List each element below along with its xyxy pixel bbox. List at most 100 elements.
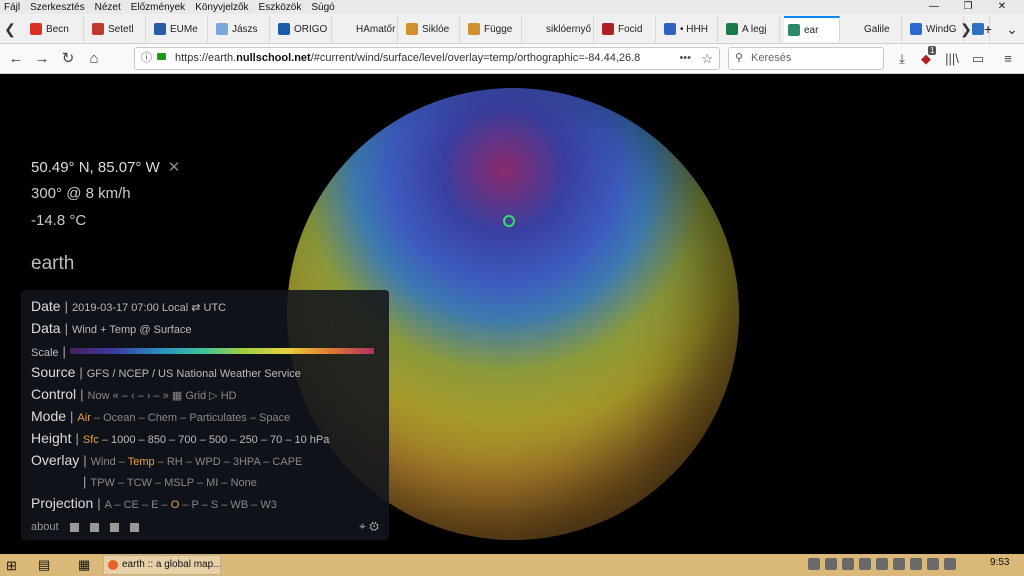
about-link[interactable]: about xyxy=(31,521,59,533)
tab-item[interactable]: Focid xyxy=(598,16,656,42)
tab-item[interactable]: WindG xyxy=(906,16,964,42)
clock[interactable]: 9:53 xyxy=(990,557,1009,568)
start-button-icon[interactable]: ⊞ xyxy=(6,558,17,574)
tray-icon-1[interactable] xyxy=(808,558,820,570)
tab-favicon-icon xyxy=(340,23,352,35)
back-button[interactable]: ← xyxy=(6,49,26,69)
tray-icon-6[interactable] xyxy=(893,558,905,570)
mode-other-options[interactable]: – Ocean – Chem – Particulates – Space xyxy=(91,412,290,424)
earth-viewport[interactable]: 50.49° N, 85.07° W ✕ 300° @ 8 km/h -14.8 … xyxy=(0,74,1024,554)
tab-item[interactable]: ear xyxy=(784,16,840,42)
tab-item[interactable]: A legj xyxy=(722,16,780,42)
earth-menu-toggle[interactable]: earth xyxy=(31,253,74,275)
tab-item[interactable]: Siklóe xyxy=(402,16,460,42)
tab-item[interactable]: EUMe xyxy=(150,16,208,42)
overlay-options-c[interactable]: TPW – TCW – MSLP – MI – None xyxy=(90,477,256,489)
tab-label: Jászs xyxy=(232,23,258,35)
fullscreen-icon[interactable]: ⌖ xyxy=(359,519,366,533)
tab-list-icon[interactable]: ⌄ xyxy=(1004,14,1020,44)
settings-gear-icon[interactable]: ⚙ xyxy=(369,519,379,533)
minimize-button[interactable]: — xyxy=(922,0,946,14)
tab-scroll-right-icon[interactable]: ❯ xyxy=(958,14,974,44)
tray-icon-8[interactable] xyxy=(927,558,939,570)
maximize-button[interactable]: ❐ xyxy=(956,0,980,14)
tray-icon-9[interactable] xyxy=(944,558,956,570)
search-icon: ⚲ xyxy=(735,52,744,64)
projection-options-b[interactable]: – P – S – WB – W3 xyxy=(179,499,277,511)
menu-tools[interactable]: Eszközök xyxy=(259,2,302,13)
new-tab-button[interactable]: + xyxy=(980,14,996,44)
twitter-icon[interactable] xyxy=(89,522,99,532)
data-label: Data xyxy=(31,320,61,336)
overlay-temp-option[interactable]: Temp xyxy=(128,456,155,468)
facebook-icon[interactable] xyxy=(69,522,79,532)
downloads-icon[interactable]: ⤓ xyxy=(892,49,912,69)
tray-icon-7[interactable] xyxy=(910,558,922,570)
control-options[interactable]: Now « – ‹ – › – » ▦ Grid ▷ HD xyxy=(88,390,237,402)
page-actions-icon[interactable]: ••• xyxy=(679,48,691,69)
projection-options-a[interactable]: A – CE – E – xyxy=(105,499,171,511)
temp-readout: -14.8 °C xyxy=(31,212,87,229)
tab-item[interactable]: Becn xyxy=(26,16,84,42)
instagram-icon[interactable] xyxy=(129,522,139,532)
menu-bookmarks[interactable]: Könyvjelzők xyxy=(195,2,248,13)
tab-label: Setetl xyxy=(108,23,134,35)
tray-icon-2[interactable] xyxy=(825,558,837,570)
tab-item[interactable]: Jászs xyxy=(212,16,270,42)
tab-favicon-icon xyxy=(910,23,922,35)
tray-icon-3[interactable] xyxy=(842,558,854,570)
youtube-icon[interactable] xyxy=(109,522,119,532)
tab-item[interactable]: • HHH xyxy=(660,16,718,42)
tab-item[interactable]: siklóernyő xyxy=(526,16,594,42)
search-input[interactable]: ⚲ Keresés xyxy=(728,47,884,70)
settings-panel: Date | 2019-03-17 07:00 Local ⇄ UTC Data | W… xyxy=(21,290,389,540)
projection-row: Projection | A – CE – E – O – P – S – WB –… xyxy=(31,495,277,511)
projection-o-option[interactable]: O xyxy=(171,499,180,511)
color-scale-bar[interactable] xyxy=(70,348,374,354)
mode-air-option[interactable]: Air xyxy=(77,412,90,424)
bookmark-star-icon[interactable]: ☆ xyxy=(701,48,713,69)
overlay-options-b[interactable]: – RH – WPD – 3HPA – CAPE xyxy=(155,456,303,468)
menu-help[interactable]: Súgó xyxy=(311,2,334,13)
info-icon[interactable]: ⓘ xyxy=(141,48,152,69)
url-bar[interactable]: ⓘ https://earth.nullschool.net/#current/… xyxy=(134,47,720,70)
file-explorer-icon[interactable]: ▤ xyxy=(38,555,50,575)
tab-label: • HHH xyxy=(680,23,708,35)
library-icon[interactable]: |||\ xyxy=(942,49,962,69)
url-host: nullschool.net xyxy=(236,52,311,64)
tab-item[interactable]: ORIGO xyxy=(274,16,332,42)
menu-history[interactable]: Előzmények xyxy=(131,2,185,13)
tab-label: Függe xyxy=(484,23,513,35)
tab-item[interactable]: HAmatőr xyxy=(336,16,398,42)
close-location-icon[interactable]: ✕ xyxy=(168,159,181,176)
hamburger-menu-icon[interactable]: ≡ xyxy=(998,49,1018,69)
date-row: Date | 2019-03-17 07:00 Local ⇄ UTC xyxy=(31,298,227,314)
height-other-options[interactable]: – 1000 – 850 – 700 – 500 – 250 – 70 – 10… xyxy=(99,434,330,446)
sidebar-icon[interactable]: ▭ xyxy=(968,49,988,69)
close-window-button[interactable]: ✕ xyxy=(990,0,1014,14)
tab-favicon-icon xyxy=(602,23,614,35)
overlay-label: Overlay xyxy=(31,452,80,468)
tab-item[interactable]: Galile xyxy=(844,16,902,42)
forward-button[interactable]: → xyxy=(32,49,52,69)
menu-file[interactable]: Fájl xyxy=(4,2,20,13)
projection-label: Projection xyxy=(31,495,94,511)
overlay-options-a[interactable]: Wind – xyxy=(91,456,128,468)
tab-scroll-left-icon[interactable]: ❮ xyxy=(2,14,18,44)
wind-readout: 300° @ 8 km/h xyxy=(31,185,131,202)
menu-view[interactable]: Nézet xyxy=(95,2,121,13)
menu-edit[interactable]: Szerkesztés xyxy=(30,2,84,13)
home-button[interactable]: ⌂ xyxy=(84,49,104,69)
taskbar-firefox-button[interactable]: earth :: a global map... xyxy=(103,555,221,575)
tab-label: A legj xyxy=(742,23,767,35)
height-sfc-option[interactable]: Sfc xyxy=(83,434,99,446)
tab-item[interactable]: Függe xyxy=(464,16,522,42)
date-value[interactable]: 2019-03-17 07:00 Local ⇄ UTC xyxy=(72,302,226,314)
reload-button[interactable]: ↻ xyxy=(58,49,78,69)
tray-icon-5[interactable] xyxy=(876,558,888,570)
taskbar-app-icon[interactable]: ▦ xyxy=(78,555,90,575)
overlay-row: Overlay | Wind – Temp – RH – WPD – 3HPA – … xyxy=(31,452,303,468)
data-value: Wind + Temp @ Surface xyxy=(71,324,192,336)
tab-item[interactable]: Setetl xyxy=(88,16,146,42)
tray-icon-4[interactable] xyxy=(859,558,871,570)
